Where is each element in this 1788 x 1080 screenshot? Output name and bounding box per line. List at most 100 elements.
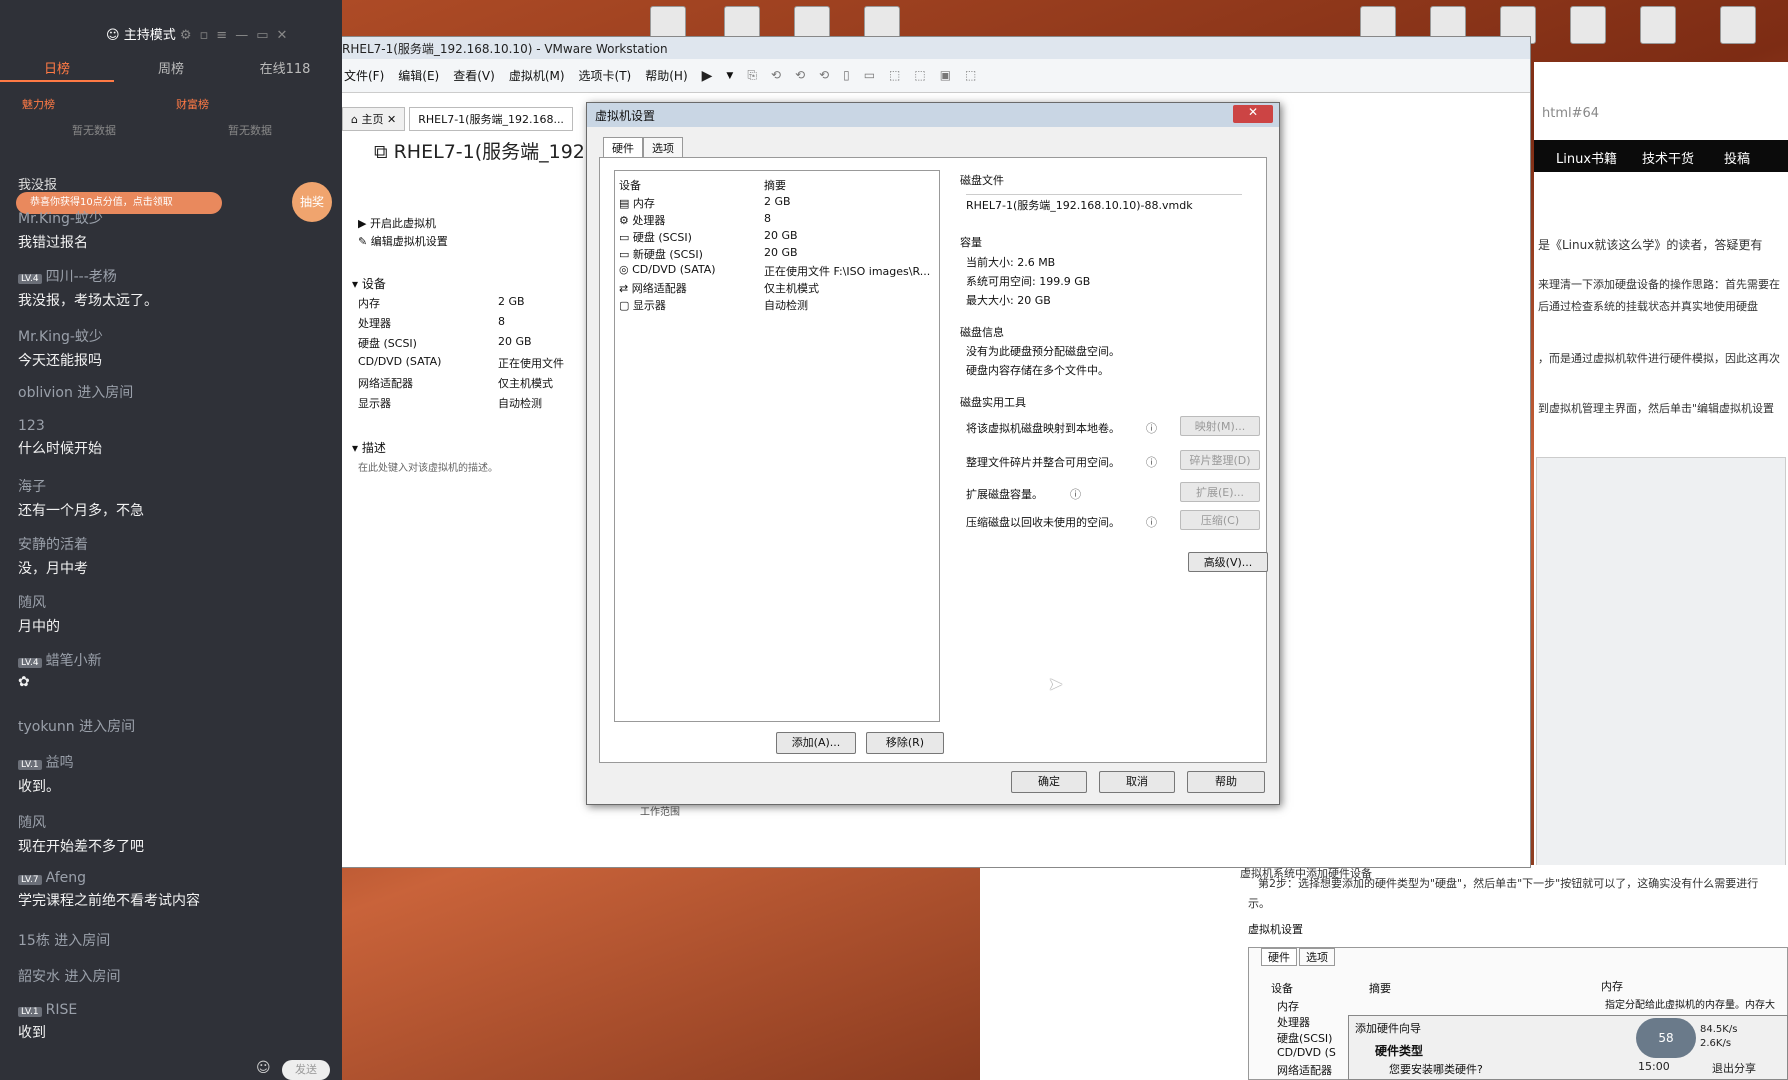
send-button[interactable]: 发送 xyxy=(282,1060,330,1080)
row-device: 新硬盘 (SCSI) xyxy=(632,248,703,261)
net-up: 2.6K/s xyxy=(1700,1038,1732,1049)
play-icon[interactable]: ▶ xyxy=(702,68,713,84)
device-row[interactable]: 处理器 8 xyxy=(358,315,505,331)
tab-home[interactable]: ⌂ 主页 ✕ xyxy=(342,107,406,131)
desc-header[interactable]: ▾ 描述 xyxy=(352,439,386,456)
nav-linux-books[interactable]: Linux书籍 xyxy=(1556,148,1617,167)
disk-info-line: 没有为此硬盘预分配磁盘空间。 xyxy=(966,345,1120,358)
network-widget[interactable]: 58 xyxy=(1636,1018,1696,1058)
chat-message: oblivion 进入房间 xyxy=(18,382,328,402)
action-edit[interactable]: ✎ 编辑虚拟机设置 xyxy=(358,233,448,249)
menu-file[interactable]: 文件(F) xyxy=(344,67,384,84)
message-text: 收到 xyxy=(18,1025,46,1041)
device-list-row[interactable]: ◎ CD/DVD (SATA) 正在使用文件 F:\ISO images\R... xyxy=(619,263,935,279)
chat-message: 随风 月中的 xyxy=(18,592,328,636)
tools-header: 磁盘实用工具 xyxy=(960,396,1026,409)
col-device: 设备 xyxy=(619,179,641,192)
sender: Afeng xyxy=(45,870,86,886)
device-list-row[interactable]: ⇄ 网络适配器 仅主机模式 xyxy=(619,280,935,296)
paragraph: 后通过检查系统的挂载状态并真实地使用硬盘 xyxy=(1538,300,1758,313)
wealth-rank[interactable]: 财富榜 xyxy=(176,96,209,112)
menu-vm[interactable]: 虚拟机(M) xyxy=(509,67,565,84)
sender: 益鸣 xyxy=(45,755,74,771)
device-row[interactable]: 内存 2 GB xyxy=(358,295,525,311)
level-badge: LV.1 xyxy=(18,1007,42,1017)
device-list-row[interactable]: ▢ 显示器 自动检测 xyxy=(619,297,935,313)
tab-weekly[interactable]: 周榜 xyxy=(114,58,228,82)
row-device: 内存 xyxy=(632,197,655,210)
device-row[interactable]: CD/DVD (SATA) 正在使用文件 xyxy=(358,355,564,370)
chat-message: 随风 现在开始差不多了吧 xyxy=(18,812,328,856)
device-name: 处理器 xyxy=(358,317,391,330)
cancel-button[interactable]: 取消 xyxy=(1099,771,1175,793)
desktop-file-icon[interactable] xyxy=(1640,6,1676,44)
devices-header[interactable]: ▾ 设备 xyxy=(352,275,386,292)
dialog-tabs: 硬件 选项 xyxy=(603,137,683,158)
tab-daily[interactable]: 日榜 xyxy=(0,58,114,82)
paragraph: 到虚拟机管理主界面，然后单击"编辑虚拟机设置 xyxy=(1538,402,1775,415)
capacity-header: 容量 xyxy=(960,236,982,249)
desc-hint[interactable]: 在此处键入对该虚拟机的描述。 xyxy=(358,459,498,474)
url-fragment: html#64 xyxy=(1542,106,1600,121)
sender: 随风 xyxy=(18,815,46,831)
device-row[interactable]: 显示器 自动检测 xyxy=(358,395,542,411)
toolbar-icons[interactable]: ⎘⟲⟲⟲▯▭⬚⬚▣⬚ xyxy=(747,68,990,83)
device-list-row[interactable]: ⚙ 处理器 8 xyxy=(619,212,935,228)
host-mode-label: ☺ 主持模式 ⚙▫≡—▭✕ xyxy=(106,28,296,43)
nav-submit[interactable]: 投稿 xyxy=(1724,148,1750,167)
window-title: RHEL7-1(服务端_192.168.10.10) - VMware Work… xyxy=(334,37,1530,59)
tab-vm[interactable]: RHEL7-1(服务端_192.168... xyxy=(409,107,573,131)
help-button[interactable]: 帮助 xyxy=(1187,771,1265,793)
screenshot-image xyxy=(1536,457,1786,869)
advanced-button[interactable]: 高级(V)... xyxy=(1188,552,1268,572)
device-list-row[interactable]: ▭ 硬盘 (SCSI) 20 GB xyxy=(619,229,935,245)
dropdown-icon[interactable]: ▼ xyxy=(726,71,733,81)
message-text: 还有一个月多，不急 xyxy=(18,503,144,519)
remove-button[interactable]: 移除(R) xyxy=(866,732,944,754)
device-list-row[interactable]: ▤ 内存 2 GB xyxy=(619,195,935,211)
action-edit-label: 编辑虚拟机设置 xyxy=(370,235,448,248)
tab-hardware[interactable]: 硬件 xyxy=(603,137,643,158)
desktop-file-icon[interactable] xyxy=(1720,6,1756,44)
menu-view[interactable]: 查看(V) xyxy=(453,67,495,84)
message-text: 什么时候开始 xyxy=(18,441,102,457)
expand-button[interactable]: 扩展(E)... xyxy=(1180,482,1260,502)
row-device: 显示器 xyxy=(632,299,666,312)
defragment-button[interactable]: 碎片整理(D) xyxy=(1180,450,1260,470)
col-summary: 摘要 xyxy=(764,179,786,192)
tab-online[interactable]: 在线118 xyxy=(228,58,342,82)
device-list-row[interactable]: ▭ 新硬盘 (SCSI) 20 GB xyxy=(619,246,935,262)
level-badge: LV.1 xyxy=(18,760,42,770)
message-text: 月中的 xyxy=(18,619,60,635)
exit-share-button[interactable]: 退出分享 xyxy=(1712,1060,1756,1076)
tab-options[interactable]: 选项 xyxy=(643,137,683,158)
disk-file-header: 磁盘文件 xyxy=(960,172,1004,188)
emoji-button-icon[interactable]: ☺ xyxy=(256,1060,271,1076)
window-controls-icon[interactable]: ⚙▫≡—▭✕ xyxy=(180,28,296,43)
device-row[interactable]: 硬盘 (SCSI) 20 GB xyxy=(358,335,532,351)
vm-settings-dialog: 虚拟机设置 ✕ 硬件 选项 设备 摘要 ▤ 内存 2 GB ⚙ 处理器 8 ▭ 硬盘 … xyxy=(586,102,1280,805)
map-button[interactable]: 映射(M)... xyxy=(1180,416,1260,436)
menu-edit[interactable]: 编辑(E) xyxy=(398,67,439,84)
close-icon[interactable]: ✕ xyxy=(1233,105,1273,123)
nav-tech[interactable]: 技术干货 xyxy=(1642,148,1694,167)
action-start[interactable]: ▶ 开启此虚拟机 xyxy=(358,215,436,231)
sender: RISE xyxy=(45,1002,78,1018)
desktop-file-icon[interactable] xyxy=(1570,6,1606,44)
current-size: 当前大小: 2.6 MB xyxy=(966,256,1056,269)
ok-button[interactable]: 确定 xyxy=(1011,771,1087,793)
chat-message: LV.1 益鸣 收到。 xyxy=(18,752,328,796)
chat-message: LV.1 RISE 收到 xyxy=(18,1002,328,1042)
menu-help[interactable]: 帮助(H) xyxy=(645,67,687,84)
charm-rank[interactable]: 魅力榜 xyxy=(22,96,55,112)
compact-button[interactable]: 压缩(C) xyxy=(1180,510,1260,530)
dialog-title: 虚拟机设置 xyxy=(587,103,1279,127)
disk-file-field[interactable]: RHEL7-1(服务端_192.168.10.10)-88.vmdk xyxy=(966,194,1242,213)
row-summary: 正在使用文件 F:\ISO images\R... xyxy=(764,265,931,278)
device-row[interactable]: 网络适配器 仅主机模式 xyxy=(358,375,553,391)
doc-col: 摘要 xyxy=(1369,982,1391,995)
doc-row: 硬盘(SCSI) xyxy=(1277,1032,1333,1045)
add-button[interactable]: 添加(A)... xyxy=(776,732,856,754)
tool-label: 整理文件碎片并整合可用空间。 xyxy=(966,456,1120,469)
menu-tabs[interactable]: 选项卡(T) xyxy=(579,67,632,84)
